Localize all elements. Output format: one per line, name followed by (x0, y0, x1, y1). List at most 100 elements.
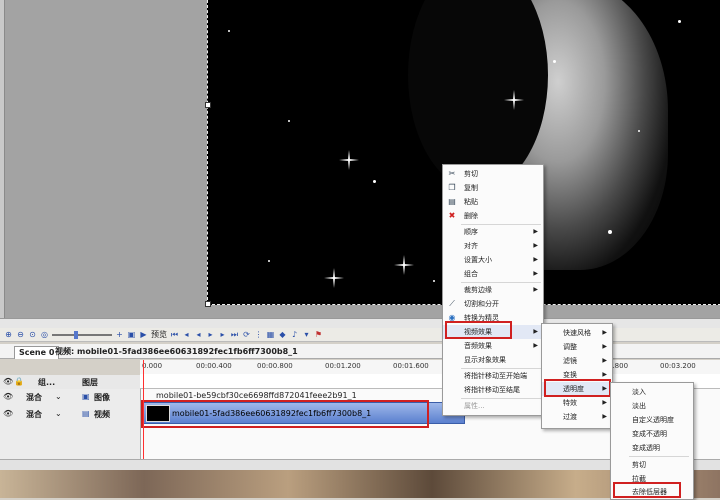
eye-icon[interactable]: 👁 (3, 409, 13, 418)
track-row-video[interactable]: 👁 混合 ⌄ ▤ 视频 (0, 407, 140, 421)
menu-item-transition[interactable]: 过渡 ▶ (542, 410, 612, 424)
chevron-down-icon[interactable]: ⌄ (55, 392, 62, 401)
next-frame-icon[interactable]: ▸ (206, 330, 215, 339)
lock-track-icon[interactable]: 🔒 (14, 377, 24, 386)
highlight-transparency (544, 379, 611, 397)
more-icon[interactable]: ▾ (302, 330, 311, 339)
lock-icon[interactable]: ▣ (127, 330, 136, 339)
scissors-icon: ✂ (448, 169, 456, 178)
zoom-reset-icon[interactable]: ◎ (40, 330, 49, 339)
menu-item-move-to-end[interactable]: 将指针移动至结尾 (443, 383, 543, 397)
menu-item-order[interactable]: 顺序 ▶ (443, 225, 543, 239)
chevron-right-icon: ▶ (602, 413, 607, 420)
star (268, 260, 270, 262)
eye-icon[interactable]: 👁 (3, 377, 13, 386)
menu-item-paste[interactable]: ▤ 粘贴 (443, 195, 543, 209)
chevron-right-icon: ▶ (533, 228, 538, 235)
menu-item-special-effects[interactable]: 特效 ▶ (542, 396, 612, 410)
ruler-tick: 0.000 (142, 362, 163, 370)
menu-item-adjust[interactable]: 调整 ▶ (542, 340, 612, 354)
grid-icon[interactable]: ▦ (266, 330, 275, 339)
delete-icon: ✖ (448, 211, 456, 220)
image-icon: ▣ (82, 392, 90, 401)
preview-label[interactable]: 预览 (151, 329, 167, 340)
play-icon[interactable]: ▶ (139, 330, 148, 339)
sparkle (339, 150, 359, 170)
track-type: 视频 (94, 410, 110, 419)
menu-item-properties[interactable]: 属性... (443, 399, 543, 413)
menu-item-delete[interactable]: ✖ 删除 (443, 209, 543, 223)
menu-item-filter[interactable]: 滤镜 ▶ (542, 354, 612, 368)
time-ruler[interactable]: 0.000 00:00.400 00:00.800 00:01.200 00:0… (140, 360, 720, 375)
menu-item-align[interactable]: 对齐 ▶ (443, 239, 543, 253)
menu-item-crop-edges[interactable]: 裁剪边缘 ▶ (443, 283, 543, 297)
skip-end-icon[interactable]: ⏭ (230, 330, 239, 339)
sparkle (394, 255, 414, 275)
ruler-tick: 00:01.200 (325, 362, 361, 370)
selection-handle[interactable] (205, 102, 211, 108)
menu-item-fade-in[interactable]: 淡入 (611, 385, 693, 399)
chevron-right-icon: ▶ (533, 342, 538, 349)
chevron-down-icon[interactable]: ⌄ (55, 409, 62, 418)
blend-mode[interactable]: 混合 (26, 409, 42, 420)
sparkle (324, 268, 344, 288)
video-effects-submenu: 快速风格 ▶ 调整 ▶ 滤镜 ▶ 变换 ▶ 透明度 ▶ 特效 ▶ 过渡 ▶ (541, 323, 613, 429)
menu-item-make-transparent[interactable]: 变成透明 (611, 441, 693, 455)
skip-start-icon[interactable]: ⏮ (170, 330, 179, 339)
flag-icon[interactable]: ⚑ (314, 330, 323, 339)
marker-icon[interactable]: ◆ (278, 330, 287, 339)
star (288, 120, 290, 122)
menu-item-copy[interactable]: ❐ 复制 (443, 181, 543, 195)
menu-item-quick-style[interactable]: 快速风格 ▶ (542, 326, 612, 340)
ruler-tick: 00:01.600 (393, 362, 429, 370)
menu-item-make-opaque[interactable]: 变成不透明 (611, 427, 693, 441)
menu-item-clip[interactable]: 剪切 (611, 458, 693, 472)
star (373, 180, 376, 183)
zoom-slider[interactable] (52, 330, 112, 339)
zoom-out-icon[interactable]: ⊖ (16, 330, 25, 339)
zoom-plus-icon[interactable]: + (115, 330, 124, 339)
highlight-video-effects (445, 321, 512, 339)
track-type: 图像 (94, 393, 110, 402)
highlight-video-clip (141, 400, 429, 428)
menu-item-group[interactable]: 组合 ▶ (443, 267, 543, 281)
zoom-slider-thumb[interactable] (74, 330, 78, 339)
menu-item-fade-out[interactable]: 淡出 (611, 399, 693, 413)
sparkle (504, 90, 524, 110)
chevron-right-icon: ▶ (533, 256, 538, 263)
menu-item-set-size[interactable]: 设置大小 ▶ (443, 253, 543, 267)
star (678, 20, 681, 23)
menu-separator (629, 456, 689, 457)
zoom-fit-icon[interactable]: ⊙ (28, 330, 37, 339)
tab-scene[interactable]: Scene 0 (14, 346, 60, 359)
track-header-row: 👁 🔒 组... 图层 (0, 375, 140, 390)
menu-item-move-to-start[interactable]: 将指针移动至开始端 (443, 369, 543, 383)
snap-icon[interactable]: ⋮ (254, 330, 263, 339)
blend-mode[interactable]: 混合 (26, 392, 42, 403)
chevron-right-icon: ▶ (602, 329, 607, 336)
chevron-right-icon: ▶ (533, 286, 538, 293)
chevron-right-icon: ▶ (533, 328, 538, 335)
copy-icon: ❐ (448, 183, 456, 192)
step-back-icon[interactable]: ◂ (194, 330, 203, 339)
split-icon: ⟋ (449, 299, 455, 308)
zoom-in-icon[interactable]: ⊕ (4, 330, 13, 339)
menu-item-show-effects[interactable]: 显示对象效果 (443, 353, 543, 367)
audio-icon[interactable]: ♪ (290, 330, 299, 339)
menu-item-cut-and-split[interactable]: ⟋ 切割和分开 (443, 297, 543, 311)
video-icon: ▤ (82, 409, 90, 418)
loop-icon[interactable]: ⟳ (242, 330, 251, 339)
eye-icon[interactable]: 👁 (3, 392, 13, 401)
menu-item-custom-opacity[interactable]: 自定义透明度 (611, 413, 693, 427)
ruler-tick: 00:00.400 (196, 362, 232, 370)
track-row-image[interactable]: 👁 混合 ⌄ ▣ 图像 (0, 390, 140, 404)
menu-item-cut[interactable]: ✂ 剪切 (443, 167, 543, 181)
prev-frame-icon[interactable]: ◂ (182, 330, 191, 339)
highlight-remove-lower-layer (613, 482, 681, 498)
menu-item-audio-effects[interactable]: 音频效果 ▶ (443, 339, 543, 353)
chevron-right-icon: ▶ (602, 343, 607, 350)
selection-handle[interactable] (205, 301, 211, 307)
playhead[interactable] (143, 360, 144, 459)
step-forward-icon[interactable]: ▸ (218, 330, 227, 339)
star (228, 30, 230, 32)
